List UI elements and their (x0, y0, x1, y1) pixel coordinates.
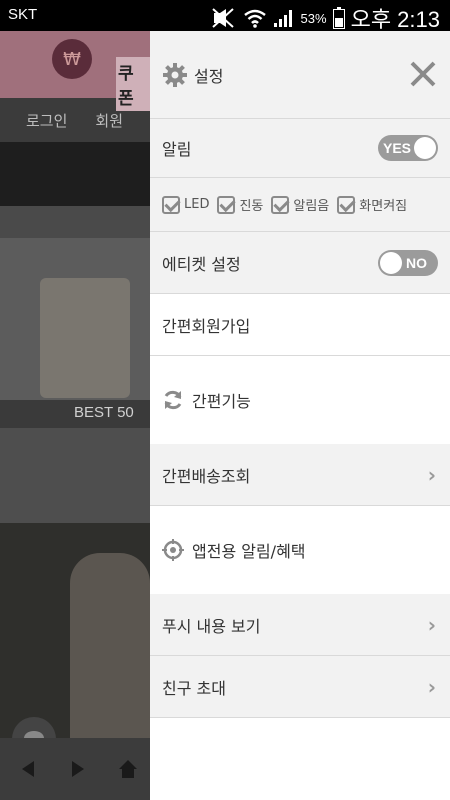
brand-text: 쿠폰 (116, 57, 150, 111)
target-icon (162, 539, 184, 561)
etiquette-label: 에티켓 설정 (162, 254, 241, 274)
alarm-row: 알림 YES (150, 119, 450, 178)
sound-checkbox[interactable]: 알림음 (271, 195, 329, 214)
easy-delivery-label: 간편배송조회 (162, 466, 251, 486)
easy-function-header: 간편기능 (150, 356, 450, 444)
easy-join-label: 간편회원가입 (162, 316, 251, 336)
alarm-options-row: LED 진동 알림음 화면켜짐 (150, 178, 450, 232)
app-alarm-label: 앱전용 알림/혜택 (192, 542, 306, 561)
close-icon[interactable] (408, 59, 438, 89)
invite-label: 친구 초대 (162, 678, 226, 698)
bg-best-label: BEST 50 (0, 400, 150, 428)
settings-header: 설정 (150, 31, 450, 119)
home-icon (119, 760, 137, 778)
mute-icon (211, 8, 234, 28)
push-view-item[interactable]: 푸시 내용 보기 › (150, 594, 450, 656)
brand-logo: ₩ (52, 39, 92, 79)
alarm-label: 알림 (162, 140, 192, 159)
gear-icon (163, 62, 187, 87)
alarm-toggle[interactable]: YES (378, 135, 438, 161)
chevron-right-icon: › (427, 674, 436, 699)
refresh-icon (164, 390, 182, 410)
wifi-icon (243, 9, 266, 28)
easy-join-item[interactable]: 간편회원가입 (150, 294, 450, 356)
bg-nav-login: 로그인 (26, 111, 68, 130)
status-icons: 53% 오후 2:13 (211, 2, 440, 34)
bg-bottom-bar (0, 738, 150, 800)
invite-friend-item[interactable]: 친구 초대 › (150, 656, 450, 718)
checkbox-checked-icon (271, 195, 290, 214)
easy-delivery-item[interactable]: 간편배송조회 › (150, 444, 450, 506)
clock: 오후 2:13 (350, 7, 440, 32)
forward-arrow-icon (72, 761, 84, 777)
settings-drawer: 설정 알림 YES LED 진동 알림음 화면켜짐 에티켓 설정 NO 간편회원… (150, 31, 450, 800)
etiquette-toggle[interactable]: NO (378, 249, 438, 276)
battery-icon (332, 7, 345, 29)
back-arrow-icon (22, 761, 34, 777)
push-view-label: 푸시 내용 보기 (162, 616, 261, 636)
carrier-label: SKT (8, 6, 38, 23)
chevron-right-icon: › (427, 612, 436, 637)
chevron-right-icon: › (427, 462, 436, 487)
etiquette-row: 에티켓 설정 NO (150, 232, 450, 294)
bg-photo (0, 523, 150, 771)
app-alarm-header: 앱전용 알림/혜택 (150, 506, 450, 594)
status-bar: SKT 53% 오후 2:13 (0, 0, 450, 34)
bg-banner (0, 142, 150, 206)
bg-product-image: BEST 50 (0, 238, 150, 428)
battery-percent: 53% (300, 10, 327, 26)
background-app: ₩ 쿠폰 로그인 회원 BEST 50 (0, 31, 150, 800)
checkbox-checked-icon (337, 195, 356, 214)
alarm-toggle-label: YES (383, 140, 412, 156)
bg-nav-member: 회원 (95, 111, 124, 130)
checkbox-checked-icon (217, 195, 236, 214)
settings-title: 설정 (194, 66, 224, 86)
led-checkbox[interactable]: LED (162, 195, 209, 214)
easy-function-label: 간편기능 (192, 392, 251, 411)
signal-icon (273, 10, 292, 27)
bg-header: ₩ 쿠폰 (0, 31, 150, 111)
etiquette-toggle-label: NO (406, 254, 427, 271)
checkbox-checked-icon (162, 195, 180, 214)
vibrate-checkbox[interactable]: 진동 (217, 195, 263, 214)
screen-on-checkbox[interactable]: 화면켜짐 (337, 195, 407, 214)
